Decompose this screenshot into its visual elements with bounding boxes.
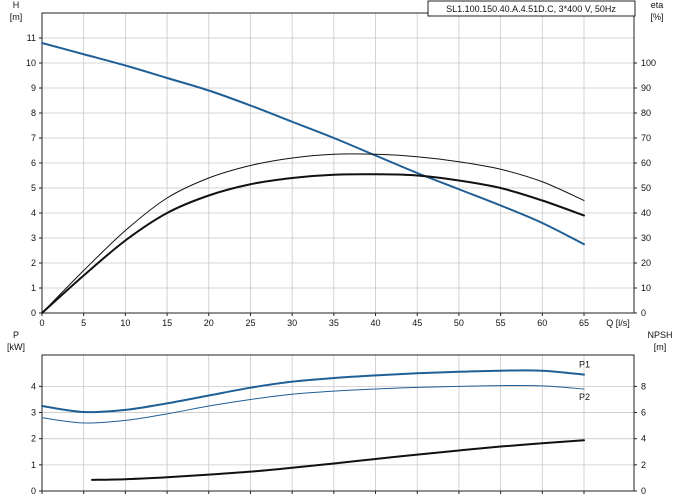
x-tick-label: 55 [496,318,506,328]
y-right-tick-label: 20 [641,258,651,268]
x-tick-label: 0 [39,318,44,328]
x-tick-label: 35 [329,318,339,328]
series-label-p1: P1 [579,360,590,370]
y-left-axis-unit: [m] [10,12,23,22]
series-line-0 [41,42,585,246]
y-right-tick-label: 70 [641,133,651,143]
y-right-tick-label: 10 [641,283,651,293]
series-line-p2 [41,384,585,424]
y-left-tick-label: 1 [31,283,36,293]
y-right-axis-unit: [m] [654,342,667,352]
x-tick-label: 65 [579,318,589,328]
y-right-tick-label: 0 [641,486,646,496]
y-right-tick-label: 50 [641,183,651,193]
x-tick-label: 50 [454,318,464,328]
y-left-tick-label: 3 [31,408,36,418]
y-left-tick-label: 0 [31,486,36,496]
y-right-tick-label: 80 [641,108,651,118]
y-left-tick-label: 1 [31,460,36,470]
y-right-tick-label: 30 [641,233,651,243]
x-tick-label: 45 [412,318,422,328]
x-tick-label: 15 [162,318,172,328]
y-right-tick-label: 40 [641,208,651,218]
x-tick-label: 60 [537,318,547,328]
y-left-tick-label: 3 [31,233,36,243]
y-left-tick-label: 5 [31,183,36,193]
x-tick-label: 20 [204,318,214,328]
y-left-tick-label: 2 [31,258,36,268]
y-left-tick-label: 9 [31,83,36,93]
x-tick-label: 30 [287,318,297,328]
y-right-axis-unit: [%] [650,12,663,22]
x-tick-label: 25 [245,318,255,328]
series-line-2 [91,439,585,481]
y-left-tick-label: 0 [31,308,36,318]
y-right-tick-label: 6 [641,408,646,418]
y-left-axis-title: P [13,330,19,340]
pump-performance-chart: 0123456789101101020304050607080901000 5 10… [7,0,673,496]
model-label: SL1.100.150.40.A.4.51D.C, 3*400 V, 50Hz [446,4,616,14]
x-tick-label: 40 [371,318,381,328]
x-tick-label: 10 [120,318,130,328]
y-left-tick-label: 7 [31,133,36,143]
y-right-tick-label: 2 [641,460,646,470]
y-right-axis-title: NPSH [647,330,672,340]
y-right-tick-label: 4 [641,434,646,444]
y-right-axis-title: eta [651,0,664,10]
x-axis-label: Q [l/s] [606,318,630,328]
y-left-tick-label: 10 [26,58,36,68]
y-right-tick-label: 60 [641,158,651,168]
plot-frame [41,354,635,492]
y-right-tick-label: 100 [641,58,656,68]
y-left-axis-unit: [kW] [7,342,25,352]
series-line-p1 [41,369,585,414]
y-left-axis-title: H [13,0,20,10]
lower-plot-power-npsh: 0 1 2 3 4 0 2 4 6 8 P [kW] NPSH [m] P1 P2 [7,330,673,496]
y-left-tick-label: 6 [31,158,36,168]
y-left-tick-label: 8 [31,108,36,118]
y-right-tick-label: 0 [641,308,646,318]
x-tick-label: 5 [81,318,86,328]
series-line-2 [41,173,585,314]
y-left-tick-label: 11 [27,33,36,43]
y-left-tick-label: 4 [31,208,36,218]
series-label-p2: P2 [579,392,590,402]
y-right-tick-label: 8 [641,381,646,391]
upper-plot-head-efficiency: 0123456789101101020304050607080901000 5 10… [10,0,664,328]
y-right-tick-label: 90 [641,83,651,93]
y-left-tick-label: 2 [31,434,36,444]
series-line-1 [41,153,585,314]
y-left-tick-label: 4 [31,381,36,391]
